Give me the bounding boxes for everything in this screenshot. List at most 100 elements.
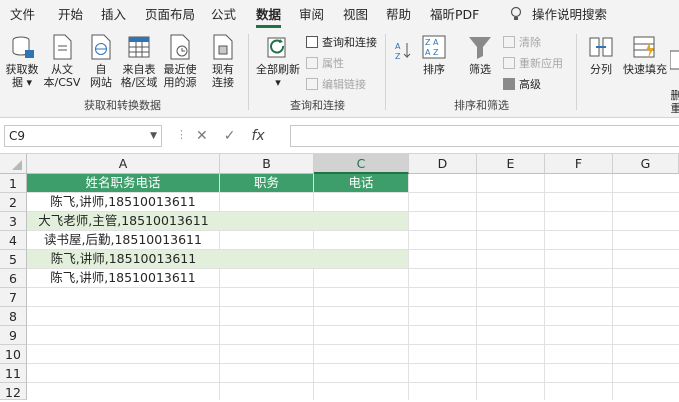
name-box[interactable]: C9 ▼	[4, 125, 162, 147]
queries-connections-button[interactable]: 查询和连接	[306, 36, 377, 50]
column-header-f[interactable]: F	[545, 154, 613, 174]
cell-c1[interactable]: 电话	[314, 174, 409, 193]
flash-fill-button[interactable]: 快速填充	[620, 34, 670, 76]
cell-a4[interactable]: 读书屋,后勤,18510013611	[27, 231, 220, 250]
ribbon-data: 获取数据 ▾ 从文 本/CSV 自网站 来自表 格/区域 最近使 用的源 现有 连接 获…	[0, 30, 679, 118]
enter-icon[interactable]: ✓	[224, 128, 236, 144]
advanced-filter-icon	[503, 78, 515, 90]
column-header-g[interactable]: G	[613, 154, 679, 174]
split-columns-icon	[589, 37, 613, 57]
row-header[interactable]: 8	[0, 307, 27, 326]
from-table-range-button[interactable]: 来自表 格/区域	[119, 34, 159, 89]
connection-file-icon	[213, 34, 233, 60]
existing-connections-button[interactable]: 现有 连接	[203, 34, 243, 89]
select-all-corner[interactable]	[0, 154, 27, 174]
column-header-c[interactable]: C	[314, 154, 409, 174]
text-file-icon	[53, 34, 72, 60]
tab-file[interactable]: 文件	[10, 0, 35, 30]
grid-divider	[612, 174, 613, 400]
reapply-button[interactable]: 重新应用	[503, 57, 563, 71]
text-to-columns-button[interactable]: 分列	[585, 34, 617, 76]
sort-ascending-button[interactable]: AZ	[392, 40, 414, 65]
column-header-e[interactable]: E	[477, 154, 545, 174]
properties-button[interactable]: 属性	[306, 57, 344, 71]
refresh-all-button[interactable]: 全部刷新 ▾	[254, 34, 302, 89]
svg-text:Z A: Z A	[425, 38, 439, 47]
from-text-csv-button[interactable]: 从文 本/CSV	[42, 34, 82, 89]
flash-fill-icon	[633, 36, 655, 58]
tell-me-search[interactable]: 操作说明搜索	[532, 0, 607, 30]
column-header-d[interactable]: D	[409, 154, 477, 174]
group-divider	[248, 34, 249, 110]
cell-b1[interactable]: 职务	[220, 174, 314, 193]
more-options-icon[interactable]: ⋮	[176, 128, 187, 141]
cell-a3[interactable]: 大飞老师,主管,18510013611	[27, 212, 220, 231]
queries-icon	[306, 36, 318, 48]
row-header[interactable]: 11	[0, 364, 27, 383]
lightbulb-icon	[510, 0, 522, 30]
filter-button[interactable]: 筛选	[464, 34, 496, 76]
sort-icon: Z AA Z	[422, 35, 446, 59]
tab-home[interactable]: 开始	[58, 0, 83, 30]
remove-duplicates-button[interactable]: 删 重	[670, 34, 679, 115]
edit-links-button[interactable]: 编辑链接	[306, 78, 366, 92]
row-header[interactable]: 9	[0, 326, 27, 345]
insert-function-icon[interactable]: fx	[251, 128, 264, 144]
svg-text:A Z: A Z	[425, 48, 439, 57]
column-header-b[interactable]: B	[220, 154, 314, 174]
tab-view[interactable]: 视图	[343, 0, 368, 30]
svg-text:A: A	[395, 42, 401, 51]
row-header[interactable]: 1	[0, 174, 27, 193]
cell-a6[interactable]: 陈飞,讲师,18510013611	[27, 269, 220, 288]
group-label-get-transform: 获取和转换数据	[84, 99, 161, 112]
row-header[interactable]: 10	[0, 345, 27, 364]
row-header[interactable]: 6	[0, 269, 27, 288]
get-data-button[interactable]: 获取数据 ▾	[4, 34, 40, 89]
row-header[interactable]: 7	[0, 288, 27, 307]
funnel-icon	[469, 37, 491, 59]
group-label-sort-filter: 排序和筛选	[454, 99, 509, 112]
reapply-icon	[503, 57, 515, 69]
tab-insert[interactable]: 插入	[101, 0, 126, 30]
tab-foxit-pdf[interactable]: 福昕PDF	[430, 0, 479, 30]
formula-icons: ✕ ✓ fx	[196, 125, 265, 147]
sort-az-icon: AZ	[395, 42, 411, 61]
cell-a2[interactable]: 陈飞,讲师,18510013611	[27, 193, 220, 212]
clock-file-icon	[170, 34, 190, 60]
tab-formulas[interactable]: 公式	[211, 0, 236, 30]
column-header-a[interactable]: A	[27, 154, 220, 174]
cell-a5[interactable]: 陈飞,讲师,18510013611	[27, 250, 220, 269]
row-header[interactable]: 3	[0, 212, 27, 231]
recent-sources-button[interactable]: 最近使 用的源	[160, 34, 200, 89]
advanced-filter-button[interactable]: 高级	[503, 78, 541, 92]
cancel-icon[interactable]: ✕	[196, 128, 208, 144]
ribbon-tabs: 文件 开始 插入 页面布局 公式 数据 审阅 视图 帮助 福昕PDF 操作说明搜…	[0, 0, 679, 30]
sort-button[interactable]: Z AA Z 排序	[418, 34, 450, 76]
group-label-queries: 查询和连接	[290, 99, 345, 112]
tab-data[interactable]: 数据	[256, 0, 282, 30]
clear-filter-icon	[503, 36, 515, 48]
properties-icon	[306, 57, 318, 69]
tab-page-layout[interactable]: 页面布局	[145, 0, 195, 30]
row-header[interactable]: 2	[0, 193, 27, 212]
from-web-button[interactable]: 自网站	[84, 34, 118, 89]
tab-review[interactable]: 审阅	[299, 0, 324, 30]
chevron-down-icon[interactable]: ▼	[150, 126, 157, 146]
group-divider	[576, 34, 577, 110]
link-icon	[306, 78, 318, 90]
row-header[interactable]: 12	[0, 383, 27, 400]
row-header[interactable]: 5	[0, 250, 27, 269]
refresh-icon	[267, 37, 286, 58]
grid-divider	[313, 174, 314, 400]
formula-input[interactable]	[290, 125, 679, 147]
row-header[interactable]: 4	[0, 231, 27, 250]
grid-divider	[544, 174, 545, 400]
grid-divider	[408, 174, 409, 400]
clear-filter-button[interactable]: 清除	[503, 36, 541, 50]
group-divider	[385, 34, 386, 110]
cell-a1[interactable]: 姓名职务电话	[27, 174, 220, 193]
remove-duplicates-icon	[670, 50, 679, 70]
tab-help[interactable]: 帮助	[386, 0, 411, 30]
svg-text:Z: Z	[395, 52, 401, 61]
globe-icon	[91, 34, 111, 60]
